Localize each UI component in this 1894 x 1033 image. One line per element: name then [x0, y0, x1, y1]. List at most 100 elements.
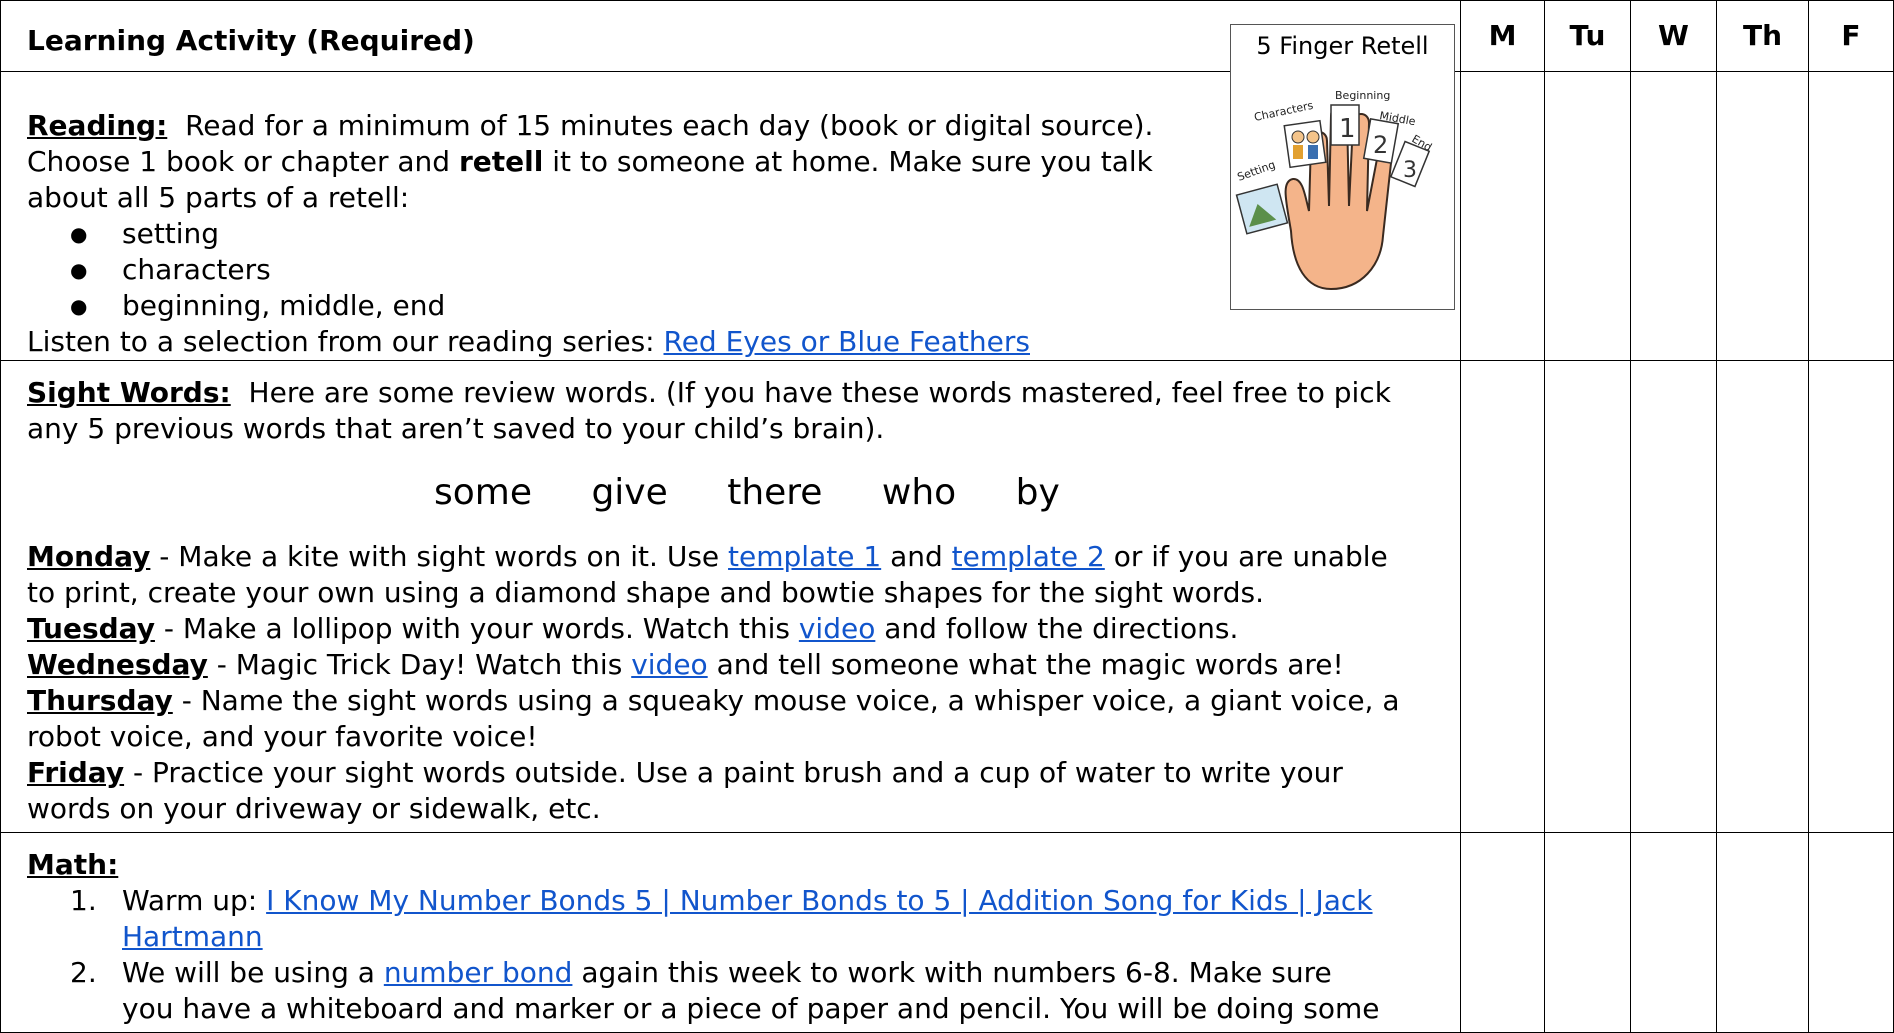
card-number-1: 1 [1339, 114, 1356, 144]
template-2-link[interactable]: template 2 [952, 540, 1105, 573]
reading-line-1: Reading: Read for a minimum of 15 minute… [27, 108, 1440, 144]
activity-header-label: Learning Activity (Required) [27, 24, 475, 57]
tuesday-label: Tuesday [27, 612, 155, 645]
reading-listen-text: Listen to a selection from our reading s… [27, 325, 655, 358]
thursday-line-2: robot voice, and your favorite voice! [27, 720, 538, 753]
friday-label: Friday [27, 756, 125, 789]
thursday-label: Thursday [27, 684, 173, 717]
monday-text-2: and [890, 540, 943, 573]
header-row: Learning Activity (Required) M Tu W Th F [0, 0, 1894, 72]
sight-words-row: Sight Words: Here are some review words.… [0, 360, 1894, 833]
reading-day-cell-w[interactable] [1630, 71, 1717, 361]
sight-intro-1: Here are some review words. (If you have… [248, 376, 1391, 409]
math-day-cell-w[interactable] [1630, 832, 1717, 1033]
wednesday-text-2: and tell someone what the magic words ar… [716, 648, 1344, 681]
math-day-cell-tu[interactable] [1544, 832, 1631, 1033]
sight-day-cell-tu[interactable] [1544, 360, 1631, 833]
math-heading: Math: [27, 848, 119, 881]
math-item-2-text-2: again this week to work with numbers 6-8… [581, 956, 1332, 989]
activity-table: Learning Activity (Required) M Tu W Th F… [0, 0, 1894, 1033]
sight-day-cell-w[interactable] [1630, 360, 1717, 833]
monday-label: Monday [27, 540, 151, 573]
reading-text-2c: it to someone at home. Make sure you tal… [552, 145, 1153, 178]
monday-activity: Monday - Make a kite with sight words on… [27, 539, 1440, 575]
reading-line-2: Choose 1 book or chapter and retell it t… [27, 144, 1440, 180]
sight-word: some [434, 472, 532, 513]
monday-text-1: - Make a kite with sight words on it. Us… [159, 540, 720, 573]
sight-word: give [591, 472, 668, 513]
list-item: 1. Warm up: I Know My Number Bonds 5 | N… [70, 883, 1440, 955]
monday-text-3: or if you are unable [1113, 540, 1388, 573]
tuesday-text-1: - Make a lollipop with your words. Watch… [163, 612, 790, 645]
reading-day-cell-th[interactable] [1716, 71, 1809, 361]
wednesday-activity: Wednesday - Magic Trick Day! Watch this … [27, 647, 1440, 683]
card-number-2: 2 [1373, 131, 1388, 159]
number-bonds-song-link[interactable]: I Know My Number Bonds 5 | Number Bonds … [266, 884, 1372, 917]
character-figure-icon [1306, 130, 1320, 144]
character-body-icon [1293, 145, 1303, 159]
math-row: Math: 1. Warm up: I Know My Number Bonds… [0, 832, 1894, 1033]
number-bonds-song-link-cont[interactable]: Hartmann [122, 920, 263, 953]
sight-day-cell-f[interactable] [1808, 360, 1894, 833]
reading-line-3: about all 5 parts of a retell: [27, 181, 410, 214]
number-bond-link[interactable]: number bond [384, 956, 573, 989]
retell-card-title: 5 Finger Retell [1256, 32, 1429, 60]
sight-intro-line-1: Sight Words: Here are some review words.… [27, 375, 1440, 411]
character-figure-icon [1291, 130, 1305, 144]
sight-word: who [881, 472, 957, 513]
friday-activity: Friday - Practice your sight words outsi… [27, 755, 1440, 791]
reading-text-1: Read for a minimum of 15 minutes each da… [185, 109, 1154, 142]
math-day-cell-th[interactable] [1716, 832, 1809, 1033]
wednesday-label: Wednesday [27, 648, 208, 681]
sight-intro-line-2: any 5 previous words that aren’t saved t… [27, 412, 885, 445]
day-header-tuesday: Tu [1544, 0, 1631, 72]
math-cell: Math: 1. Warm up: I Know My Number Bonds… [0, 832, 1461, 1033]
math-item-2-text-1: We will be using a [122, 956, 375, 989]
day-header-monday: M [1460, 0, 1545, 72]
sight-words-heading: Sight Words: [27, 376, 231, 409]
day-header-friday: F [1808, 0, 1894, 72]
reading-text-2a: Choose 1 book or chapter and [27, 145, 451, 178]
red-eyes-link[interactable]: Red Eyes or Blue Feathers [664, 325, 1031, 358]
sight-word-list: some give there who by [27, 471, 1440, 515]
reading-row: Reading: Read for a minimum of 15 minute… [0, 71, 1894, 361]
five-finger-retell-image: 5 Finger Retell Characters Beginning Mid… [1230, 24, 1455, 310]
reading-retell-bold: retell [458, 145, 544, 178]
math-day-cell-m[interactable] [1460, 832, 1545, 1033]
friday-text-1: - Practice your sight words outside. Use… [132, 756, 1343, 789]
list-item: 2. We will be using a number bond again … [70, 955, 1440, 1027]
sight-day-cell-m[interactable] [1460, 360, 1545, 833]
tuesday-video-link[interactable]: video [799, 612, 875, 645]
reading-day-cell-f[interactable] [1808, 71, 1894, 361]
math-item-number: 2. [70, 956, 97, 989]
sight-word: by [1015, 472, 1060, 513]
setting-label: Setting [1236, 158, 1277, 184]
sight-word: there [727, 472, 823, 513]
reading-listen-line: Listen to a selection from our reading s… [27, 324, 1440, 360]
character-body-icon [1308, 145, 1318, 159]
characters-card [1283, 119, 1327, 169]
wednesday-text-1: - Magic Trick Day! Watch this [216, 648, 623, 681]
template-1-link[interactable]: template 1 [728, 540, 881, 573]
wednesday-video-link[interactable]: video [631, 648, 707, 681]
tuesday-text-2: and follow the directions. [884, 612, 1239, 645]
math-list: 1. Warm up: I Know My Number Bonds 5 | N… [27, 883, 1440, 1027]
reading-heading: Reading: [27, 109, 168, 142]
thursday-text-1: - Name the sight words using a squeaky m… [181, 684, 1400, 717]
math-day-cell-f[interactable] [1808, 832, 1894, 1033]
math-item-2-text-3: you have a whiteboard and marker or a pi… [122, 992, 1380, 1025]
friday-line-2: words on your driveway or sidewalk, etc. [27, 792, 601, 825]
day-header-thursday: Th [1716, 0, 1809, 72]
sight-day-cell-th[interactable] [1716, 360, 1809, 833]
sight-words-cell: Sight Words: Here are some review words.… [0, 360, 1461, 833]
monday-line-2: to print, create your own using a diamon… [27, 576, 1265, 609]
retell-parts-list: setting characters beginning, middle, en… [27, 216, 1440, 324]
reading-day-cell-tu[interactable] [1544, 71, 1631, 361]
math-item-1-text: Warm up: [122, 884, 258, 917]
thursday-activity: Thursday - Name the sight words using a … [27, 683, 1440, 719]
day-header-wednesday: W [1630, 0, 1717, 72]
math-item-number: 1. [70, 884, 97, 917]
reading-day-cell-m[interactable] [1460, 71, 1545, 361]
card-number-3: 3 [1403, 158, 1417, 183]
hand-illustration: Characters Beginning Middle End Setting … [1236, 89, 1434, 291]
